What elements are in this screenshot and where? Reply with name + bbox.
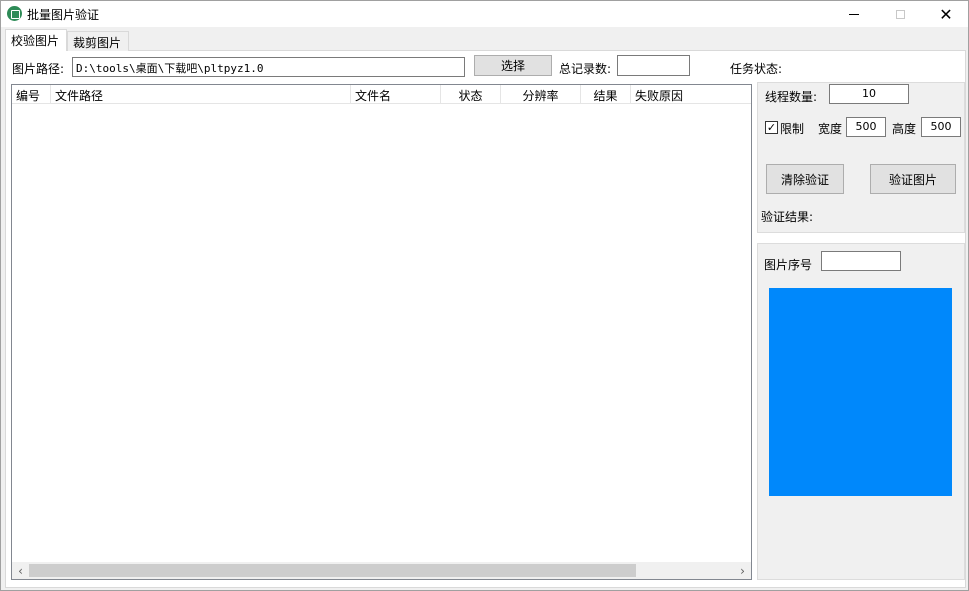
minimize-icon <box>849 13 859 15</box>
path-label: 图片路径: <box>12 62 65 76</box>
column-header-id[interactable]: 编号 <box>12 85 51 104</box>
column-header-resolution[interactable]: 分辨率 <box>501 85 581 104</box>
column-header-filename[interactable]: 文件名 <box>351 85 441 104</box>
maximize-icon <box>895 9 905 19</box>
tab-crop-images[interactable]: 裁剪图片 <box>67 31 129 51</box>
verification-result-label: 验证结果: <box>761 210 814 224</box>
column-header-failure-reason[interactable]: 失败原因 <box>631 85 751 104</box>
column-header-path[interactable]: 文件路径 <box>51 85 351 104</box>
height-input[interactable]: 500 <box>921 117 961 137</box>
main-window: 批量图片验证 ✕ 校验图片 裁剪图片 图片路径: D:\tools\桌面\下载吧… <box>0 0 969 591</box>
close-button[interactable]: ✕ <box>923 1 969 27</box>
scrollbar-thumb[interactable] <box>29 564 636 577</box>
limit-label: 限制 <box>780 122 805 136</box>
limit-checkbox[interactable]: ✓ <box>765 121 778 134</box>
image-index-input[interactable] <box>821 251 901 271</box>
width-label: 宽度 <box>818 122 843 136</box>
clear-verification-button[interactable]: 清除验证 <box>766 164 844 194</box>
file-grid[interactable]: 编号 文件路径 文件名 状态 分辨率 结果 失败原因 ‹ › <box>11 84 752 580</box>
width-input[interactable]: 500 <box>846 117 886 137</box>
image-index-label: 图片序号 <box>764 258 813 272</box>
column-header-result[interactable]: 结果 <box>581 85 631 104</box>
grid-header: 编号 文件路径 文件名 状态 分辨率 结果 失败原因 <box>12 85 751 104</box>
height-label: 高度 <box>892 122 917 136</box>
total-records-field[interactable] <box>617 55 690 76</box>
window-title: 批量图片验证 <box>27 8 100 22</box>
task-status-label: 任务状态: <box>730 62 783 76</box>
image-preview <box>769 288 952 496</box>
path-input[interactable]: D:\tools\桌面\下载吧\pltpyz1.0 <box>72 57 465 77</box>
verify-images-button[interactable]: 验证图片 <box>870 164 956 194</box>
scroll-left-icon[interactable]: ‹ <box>12 562 29 579</box>
scroll-right-icon[interactable]: › <box>734 562 751 579</box>
app-icon <box>7 6 22 21</box>
minimize-button[interactable] <box>831 1 877 27</box>
horizontal-scrollbar[interactable]: ‹ › <box>12 562 751 579</box>
close-icon: ✕ <box>939 4 953 24</box>
maximize-button[interactable] <box>877 1 923 27</box>
total-records-label: 总记录数: <box>559 62 612 76</box>
select-button[interactable]: 选择 <box>474 55 552 76</box>
thread-count-input[interactable]: 10 <box>829 84 909 104</box>
title-bar: 批量图片验证 ✕ <box>1 1 968 27</box>
column-header-status[interactable]: 状态 <box>441 85 501 104</box>
thread-count-label: 线程数量: <box>765 90 818 104</box>
tab-verify-images[interactable]: 校验图片 <box>5 29 67 51</box>
